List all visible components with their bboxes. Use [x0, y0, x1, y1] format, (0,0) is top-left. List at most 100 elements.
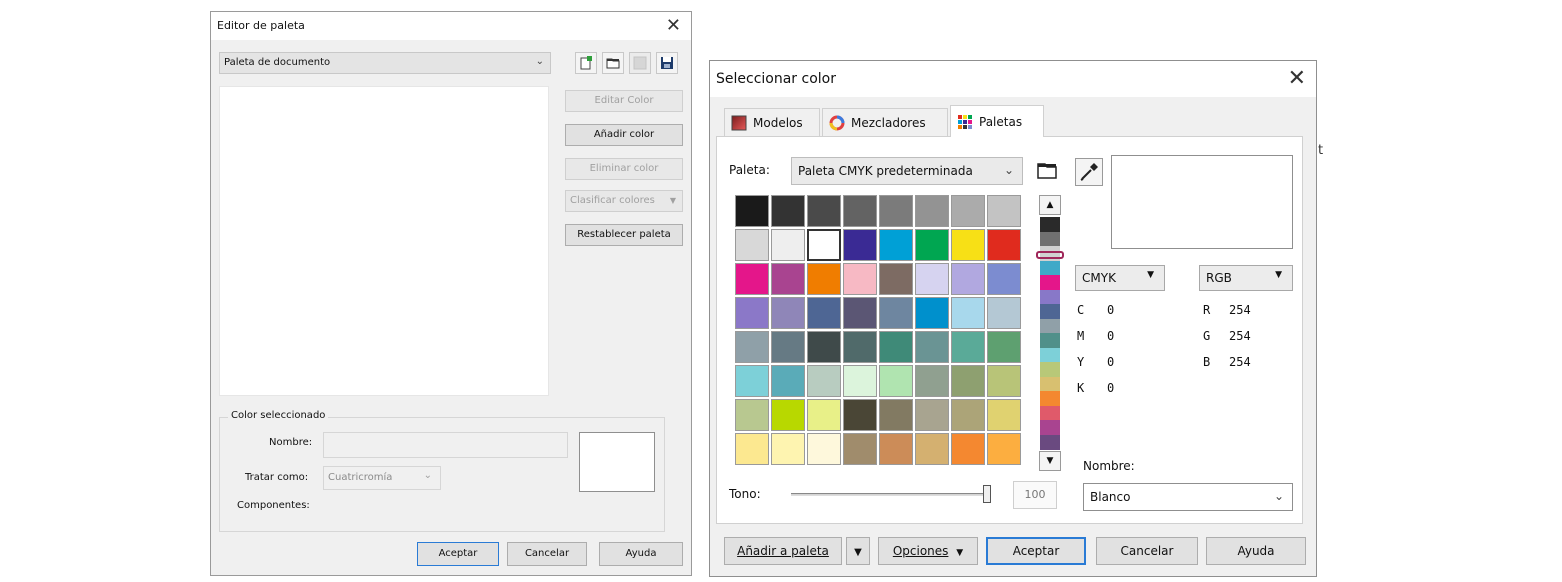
palette-color-list[interactable] [219, 86, 549, 396]
open-palette-button[interactable] [1036, 159, 1058, 181]
color-swatch[interactable] [843, 297, 877, 329]
color-swatch[interactable] [771, 365, 805, 397]
palette-strip-band[interactable] [1040, 289, 1060, 305]
color-swatch[interactable] [951, 229, 985, 261]
color-swatch[interactable] [807, 433, 841, 465]
palette-strip-position-marker[interactable] [1036, 251, 1064, 259]
eyedropper-button[interactable] [1075, 158, 1103, 186]
color-swatch[interactable] [987, 365, 1021, 397]
save-palette-disabled-button[interactable] [629, 52, 651, 74]
palette-strip-band[interactable] [1040, 260, 1060, 276]
color-swatch[interactable] [951, 331, 985, 363]
color-swatch[interactable] [807, 331, 841, 363]
color-swatch[interactable] [915, 195, 949, 227]
palette-strip-band[interactable] [1040, 391, 1060, 406]
color-swatch[interactable] [915, 331, 949, 363]
add-to-palette-menu-button[interactable]: ▼ [846, 537, 870, 565]
tone-slider-track[interactable] [791, 493, 989, 496]
color-swatch[interactable] [843, 365, 877, 397]
accept-button[interactable]: Aceptar [986, 537, 1086, 565]
reset-palette-button[interactable]: Restablecer paleta [565, 224, 683, 246]
tone-value-field[interactable]: 100 [1013, 481, 1057, 509]
color-swatch[interactable] [915, 433, 949, 465]
options-button[interactable]: Opciones ▼ [878, 537, 978, 565]
color-swatch[interactable] [771, 331, 805, 363]
cancel-button[interactable]: Cancelar [1096, 537, 1198, 565]
color-swatch[interactable] [807, 195, 841, 227]
close-icon[interactable]: ✕ [1288, 66, 1306, 91]
rgb-g-value[interactable]: 254 [1229, 329, 1251, 343]
color-swatch[interactable] [987, 229, 1021, 261]
cmyk-y-value[interactable]: 0 [1107, 355, 1114, 369]
color-name-select[interactable]: Blanco ⌄ [1083, 483, 1293, 511]
add-to-palette-button[interactable]: Añadir a paleta [724, 537, 842, 565]
palette-strip-band[interactable] [1040, 304, 1060, 319]
color-swatch[interactable] [843, 195, 877, 227]
color-swatch[interactable] [915, 263, 949, 295]
color-swatch[interactable] [771, 263, 805, 295]
color-swatch[interactable] [771, 399, 805, 431]
color-swatch[interactable] [843, 331, 877, 363]
color-swatch[interactable] [951, 365, 985, 397]
cmyk-c-value[interactable]: 0 [1107, 303, 1114, 317]
name-field[interactable] [323, 432, 568, 458]
color-swatch[interactable] [915, 365, 949, 397]
color-swatch[interactable] [987, 263, 1021, 295]
palette-strip-band[interactable] [1040, 362, 1060, 377]
accept-button[interactable]: Aceptar [417, 542, 499, 566]
sort-colors-button[interactable]: Clasificar colores ▼ [565, 190, 683, 212]
color-swatch[interactable] [879, 195, 913, 227]
color-swatch[interactable] [987, 433, 1021, 465]
rgb-b-value[interactable]: 254 [1229, 355, 1251, 369]
help-button[interactable]: Ayuda [599, 542, 683, 566]
color-swatch[interactable] [807, 399, 841, 431]
color-swatch[interactable] [843, 399, 877, 431]
color-swatch[interactable] [987, 195, 1021, 227]
color-swatch[interactable] [843, 263, 877, 295]
delete-color-button[interactable]: Eliminar color [565, 158, 683, 180]
color-swatch[interactable] [951, 399, 985, 431]
palette-select[interactable]: Paleta de documento ⌄ [219, 52, 551, 74]
palette-strip-band[interactable] [1040, 405, 1060, 421]
color-swatch[interactable] [843, 229, 877, 261]
close-icon[interactable]: ✕ [666, 15, 681, 36]
edit-color-button[interactable]: Editar Color [565, 90, 683, 112]
tab-mixers[interactable]: Mezcladores [822, 108, 948, 136]
scroll-up-button[interactable]: ▲ [1039, 195, 1061, 215]
color-swatch[interactable] [771, 229, 805, 261]
help-button[interactable]: Ayuda [1206, 537, 1306, 565]
palette-strip-band[interactable] [1040, 333, 1060, 348]
color-swatch[interactable] [735, 399, 769, 431]
color-swatch[interactable] [735, 229, 769, 261]
color-swatch[interactable] [879, 229, 913, 261]
treat-as-select[interactable]: Cuatricromía ⌄ [323, 466, 441, 490]
tab-palettes[interactable]: Paletas [950, 105, 1044, 137]
palette-select[interactable]: Paleta CMYK predeterminada ⌄ [791, 157, 1023, 185]
color-swatch[interactable] [807, 263, 841, 295]
color-swatch[interactable] [735, 195, 769, 227]
palette-strip-band[interactable] [1040, 347, 1060, 363]
color-swatch[interactable] [879, 297, 913, 329]
palette-strip-band[interactable] [1040, 376, 1060, 392]
tone-slider-thumb[interactable] [983, 485, 991, 503]
color-swatch[interactable] [843, 433, 877, 465]
color-swatch[interactable] [735, 365, 769, 397]
add-color-button[interactable]: Añadir color [565, 124, 683, 146]
color-model-left-select[interactable]: CMYK ▼ [1075, 265, 1165, 291]
palette-strip-band[interactable] [1040, 434, 1060, 450]
color-swatch[interactable] [807, 229, 841, 261]
color-model-right-select[interactable]: RGB ▼ [1199, 265, 1293, 291]
color-swatch[interactable] [735, 331, 769, 363]
color-swatch[interactable] [771, 433, 805, 465]
color-swatch[interactable] [735, 263, 769, 295]
cmyk-k-value[interactable]: 0 [1107, 381, 1114, 395]
color-swatch[interactable] [951, 433, 985, 465]
color-swatch[interactable] [951, 263, 985, 295]
color-swatch[interactable] [879, 433, 913, 465]
palette-strip-band[interactable] [1040, 420, 1060, 435]
open-palette-button[interactable] [602, 52, 624, 74]
palette-strip-band[interactable] [1040, 231, 1060, 247]
palette-strip-band[interactable] [1040, 217, 1060, 232]
color-swatch[interactable] [807, 297, 841, 329]
color-swatch[interactable] [735, 433, 769, 465]
